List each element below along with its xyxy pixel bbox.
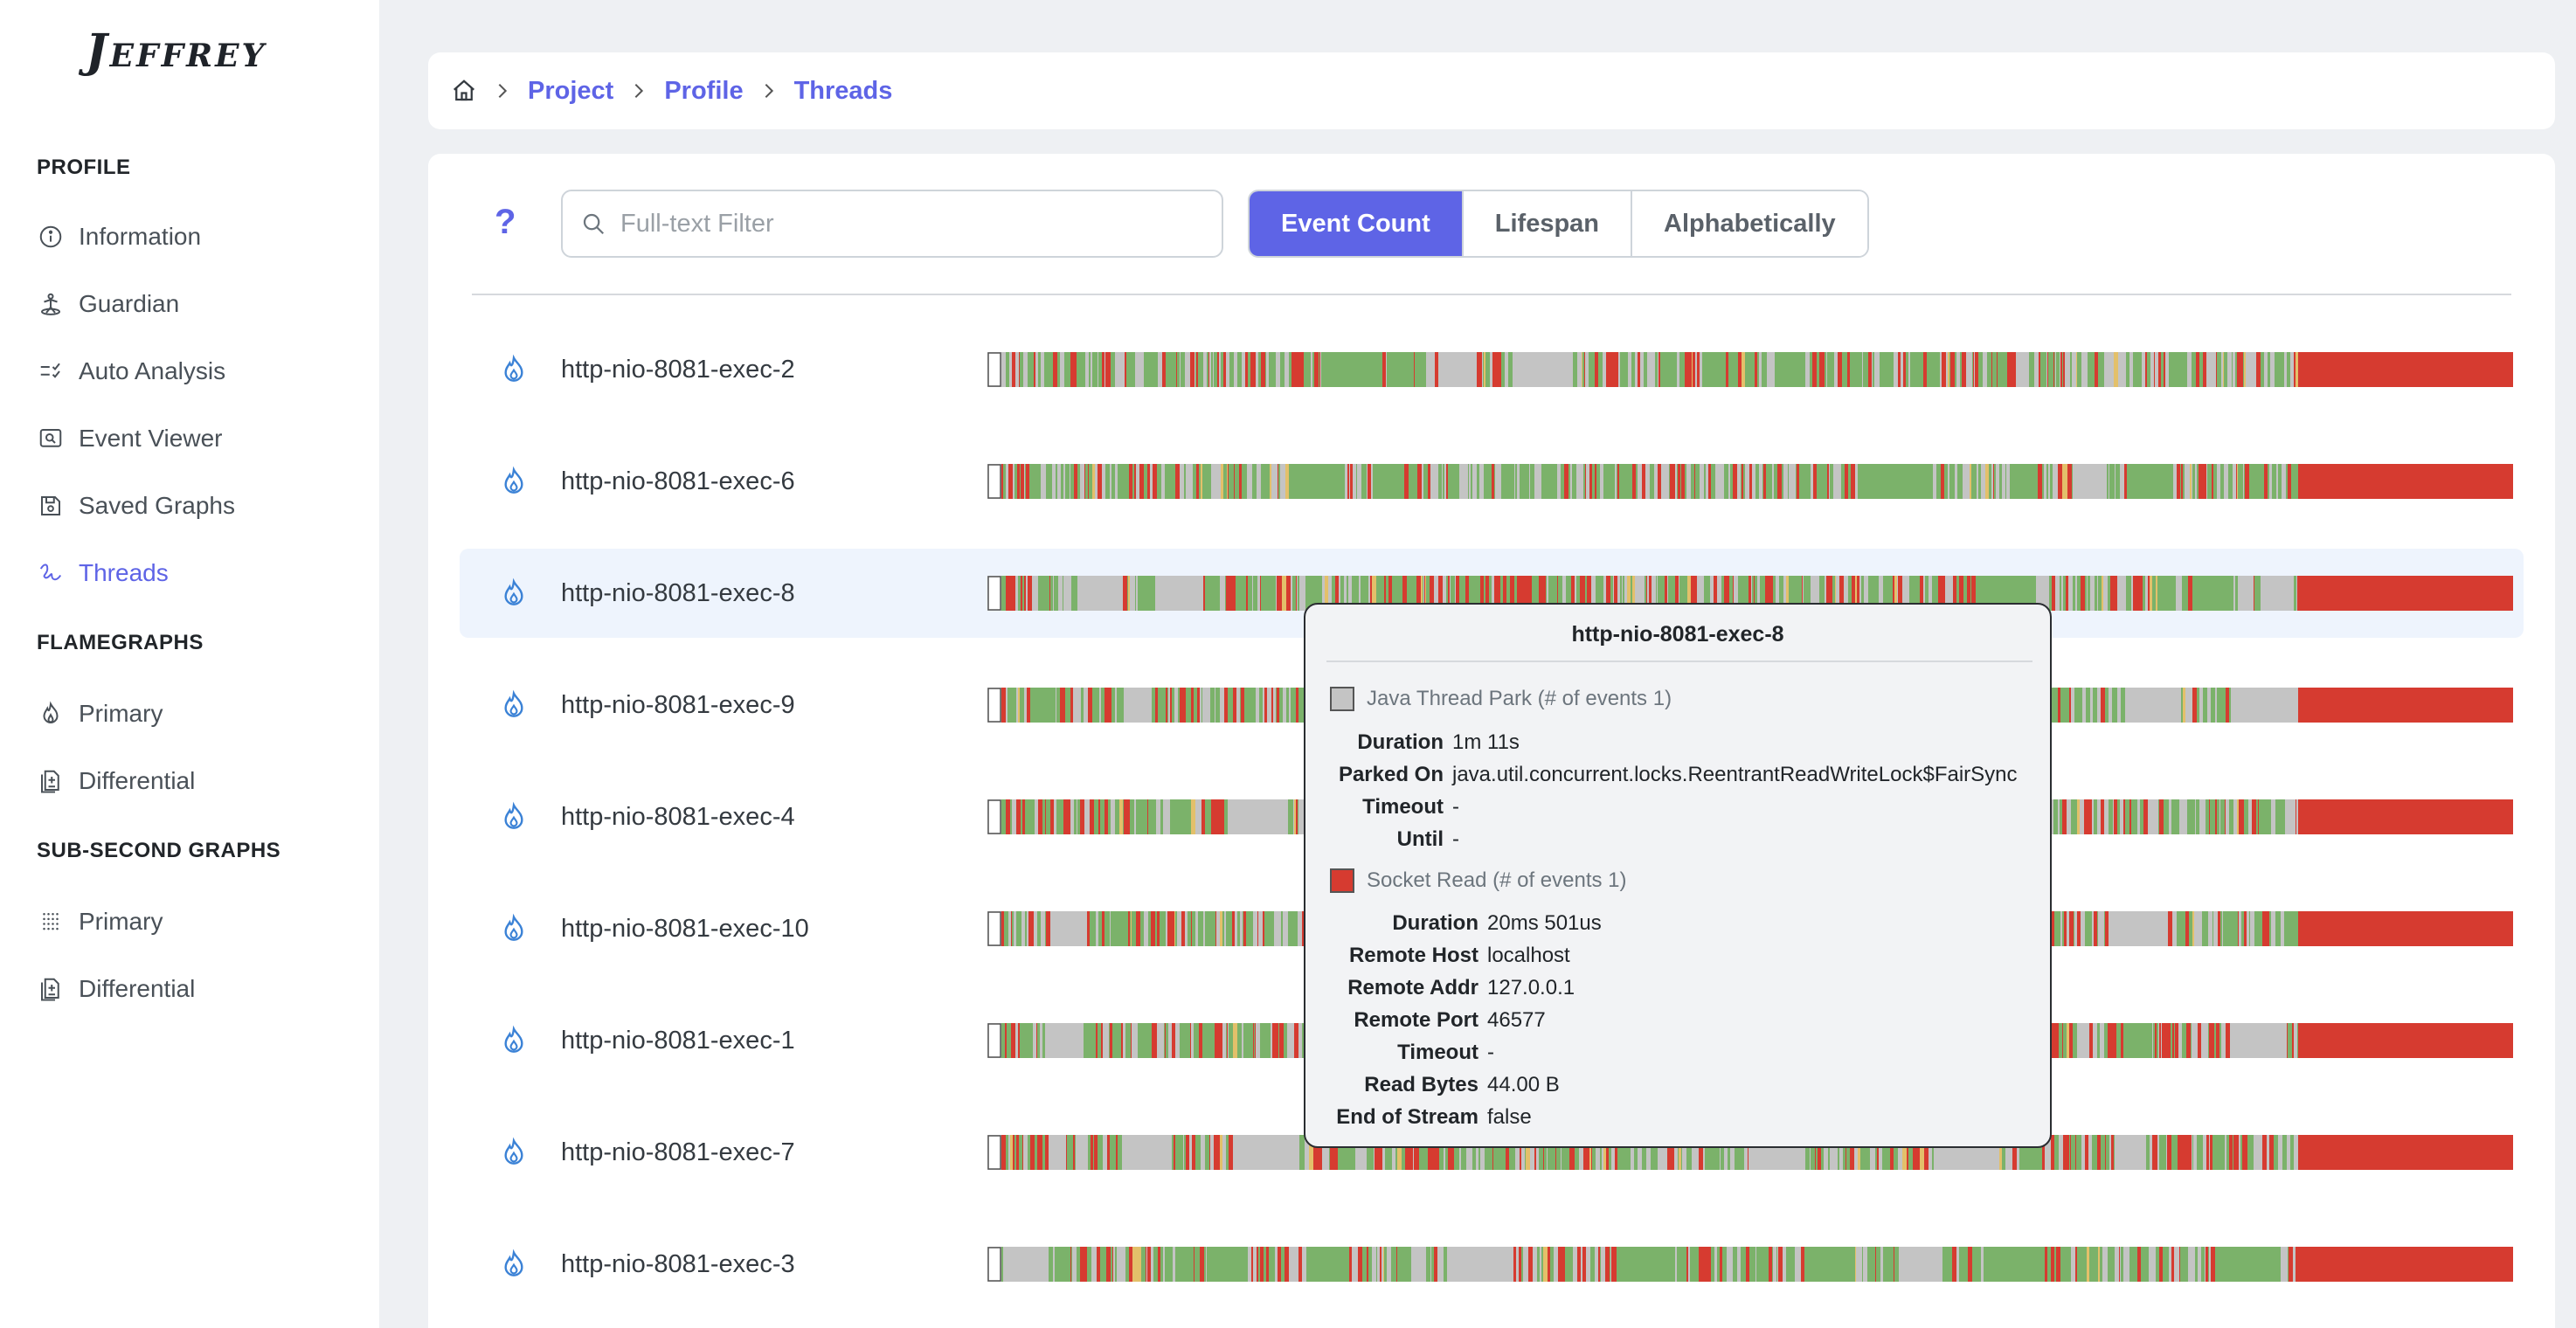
app-logo[interactable]: Jeffrey (86, 24, 267, 78)
timeline-chart (987, 1247, 2513, 1282)
document-diff-icon (37, 975, 65, 1003)
flame-icon[interactable] (500, 913, 528, 944)
legend-swatch (1330, 687, 1354, 711)
search-input[interactable] (620, 209, 1180, 239)
flame-icon[interactable] (500, 1025, 528, 1056)
thread-timeline[interactable] (987, 464, 2513, 499)
tooltip-field: Remote Addr 127.0.0.1 (1347, 976, 1575, 999)
threads-icon (37, 559, 65, 587)
tooltip-field: Remote Port 46577 (1354, 1008, 1546, 1032)
info-icon (37, 223, 65, 251)
thread-name: http-nio-8081-exec-9 (561, 690, 795, 719)
tooltip-field: Until - (1396, 827, 1459, 851)
thread-timeline[interactable] (987, 352, 2513, 387)
section-title-profile: PROFILE (37, 156, 131, 179)
event-viewer-icon (37, 425, 65, 453)
chevron-right-icon (765, 83, 773, 99)
document-diff-icon (37, 767, 65, 795)
tooltip-field: Duration 1m 11s (1357, 730, 1520, 754)
sidebar-item-label: Primary (79, 700, 163, 727)
thread-name: http-nio-8081-exec-7 (561, 1138, 795, 1166)
sidebar-item-label: Saved Graphs (79, 492, 235, 519)
sort-event-count-button[interactable]: Event Count (1250, 191, 1464, 256)
thread-name: http-nio-8081-exec-8 (561, 578, 795, 607)
sidebar-item-information[interactable]: Information (37, 215, 351, 259)
thread-tooltip: http-nio-8081-exec-8 Java Thread Park (#… (1304, 603, 2052, 1148)
tooltip-field: Timeout - (1397, 1041, 1494, 1064)
tooltip-event-name: Java Thread Park (# of events 1) (1367, 687, 1672, 710)
sidebar-item-subsecond-primary[interactable]: Primary (37, 900, 351, 944)
thread-name: http-nio-8081-exec-3 (561, 1249, 795, 1278)
sidebar: Jeffrey PROFILE Information Guardian Aut… (0, 0, 379, 1328)
section-title-sub-second-graphs: SUB-SECOND GRAPHS (37, 839, 281, 862)
thread-name: http-nio-8081-exec-1 (561, 1026, 795, 1055)
thread-name: http-nio-8081-exec-10 (561, 914, 809, 943)
flame-icon[interactable] (500, 1137, 528, 1168)
tooltip-title: http-nio-8081-exec-8 (1571, 622, 1784, 647)
grid-icon (37, 908, 65, 936)
flame-icon[interactable] (500, 578, 528, 609)
sidebar-item-flamegraph-differential[interactable]: Differential (37, 759, 351, 803)
thread-name: http-nio-8081-exec-4 (561, 802, 795, 831)
help-button[interactable]: ? (495, 203, 516, 242)
thread-name: http-nio-8081-exec-2 (561, 355, 795, 384)
flame-icon[interactable] (500, 1248, 528, 1280)
flame-icon[interactable] (500, 354, 528, 385)
breadcrumb-threads[interactable]: Threads (794, 77, 893, 106)
tooltip-field: Remote Host localhost (1348, 944, 1570, 967)
sort-alphabetically-button[interactable]: Alphabetically (1632, 191, 1867, 256)
tooltip-field: Timeout - (1362, 795, 1459, 819)
sidebar-item-subsecond-differential[interactable]: Differential (37, 967, 351, 1011)
home-icon[interactable] (451, 78, 477, 104)
search-icon (583, 213, 605, 235)
sidebar-item-threads[interactable]: Threads (37, 551, 351, 595)
legend-swatch (1330, 868, 1354, 893)
thread-timeline[interactable] (987, 1247, 2513, 1282)
sidebar-item-auto-analysis[interactable]: Auto Analysis (37, 349, 351, 393)
tooltip-field: Read Bytes 44.00 B (1364, 1073, 1560, 1096)
sidebar-item-label: Event Viewer (79, 425, 223, 452)
tooltip-field: Duration 20ms 501us (1392, 911, 1602, 935)
sidebar-item-guardian[interactable]: Guardian (37, 282, 351, 326)
tooltip-event-name: Socket Read (# of events 1) (1367, 868, 1627, 892)
breadcrumb-project[interactable]: Project (528, 77, 613, 106)
tooltip-divider (1326, 661, 2032, 662)
sidebar-item-flamegraph-primary[interactable]: Primary (37, 692, 351, 736)
tooltip-field: Parked On java.util.concurrent.locks.Reen… (1338, 763, 2018, 786)
sidebar-item-label: Threads (79, 559, 169, 586)
sidebar-item-event-viewer[interactable]: Event Viewer (37, 417, 351, 460)
section-title-flamegraphs: FLAMEGRAPHS (37, 631, 204, 654)
tooltip-event-park: Java Thread Park (# of events 1) (1330, 687, 1672, 711)
save-icon (37, 492, 65, 520)
sidebar-item-label: Guardian (79, 290, 180, 317)
flame-icon (37, 700, 65, 728)
flame-icon[interactable] (500, 689, 528, 721)
thread-row[interactable]: http-nio-8081-exec-3 (460, 1220, 2524, 1309)
flame-icon[interactable] (500, 801, 528, 833)
chevron-right-icon (498, 83, 508, 99)
sidebar-item-label: Primary (79, 908, 163, 935)
divider (472, 294, 2511, 295)
checklist-icon (37, 357, 65, 385)
flame-icon[interactable] (500, 466, 528, 497)
sidebar-item-label: Auto Analysis (79, 357, 226, 384)
guardian-icon (37, 290, 65, 318)
sidebar-item-saved-graphs[interactable]: Saved Graphs (37, 484, 351, 528)
breadcrumb: Project Profile Threads (428, 52, 2555, 129)
tooltip-event-socket-read: Socket Read (# of events 1) (1330, 868, 1627, 893)
sidebar-item-label: Differential (79, 975, 196, 1002)
thread-name: http-nio-8081-exec-6 (561, 467, 795, 495)
chevron-right-icon (634, 83, 644, 99)
timeline-chart (987, 352, 2513, 387)
timeline-chart (987, 464, 2513, 499)
sidebar-item-label: Differential (79, 767, 196, 794)
sort-toggle-group: Event Count Lifespan Alphabetically (1248, 190, 1869, 258)
thread-row[interactable]: http-nio-8081-exec-6 (460, 437, 2524, 526)
search-box (561, 190, 1223, 258)
tooltip-field: End of Stream false (1336, 1105, 1532, 1129)
thread-row[interactable]: http-nio-8081-exec-2 (460, 325, 2524, 414)
sidebar-item-label: Information (79, 223, 202, 250)
breadcrumb-profile[interactable]: Profile (664, 77, 743, 106)
sort-lifespan-button[interactable]: Lifespan (1463, 191, 1633, 256)
